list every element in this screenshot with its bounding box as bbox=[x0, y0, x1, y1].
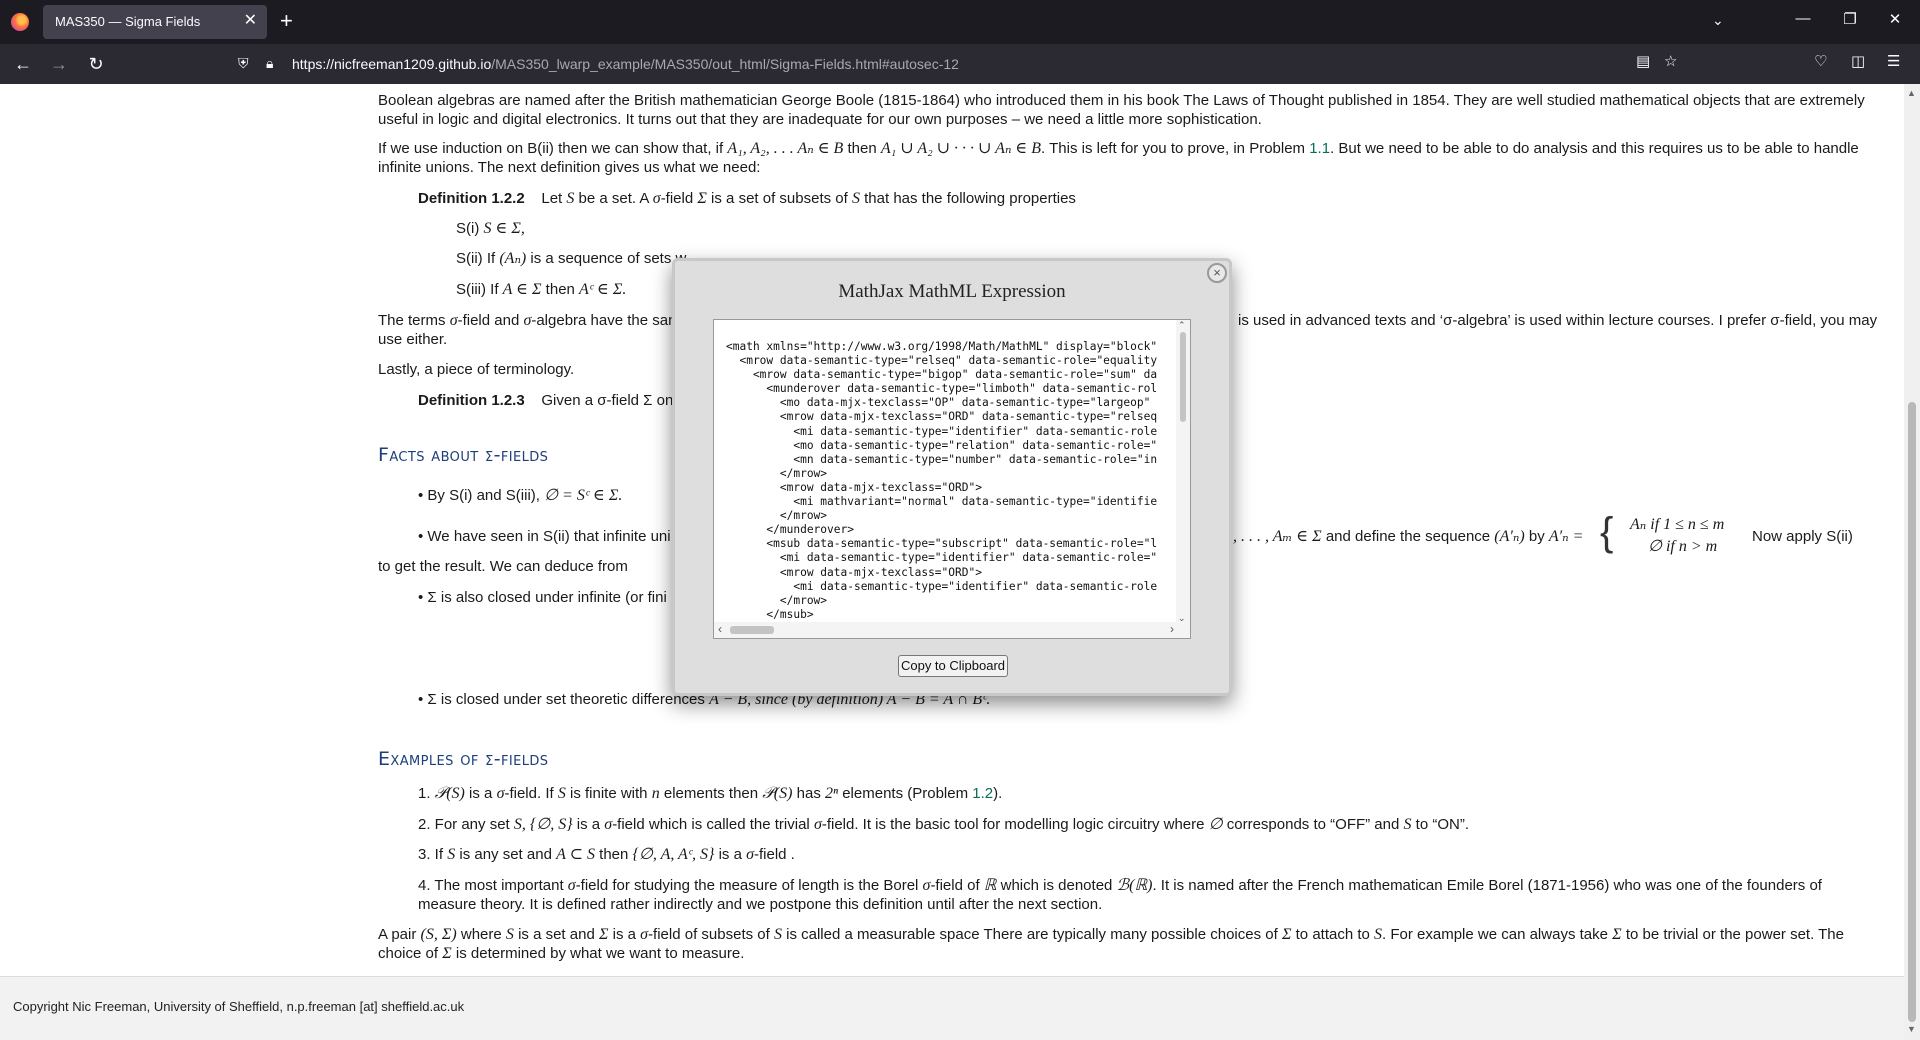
page-scrollbar[interactable]: ▲ ▼ bbox=[1904, 84, 1920, 1040]
mathml-code[interactable]: <math xmlns="http://www.w3.org/1998/Math… bbox=[726, 340, 1157, 622]
mathml-code-box[interactable]: <math xmlns="http://www.w3.org/1998/Math… bbox=[713, 319, 1191, 639]
tab-active[interactable]: MAS350 — Sigma Fields ✕ bbox=[43, 5, 267, 39]
case-2: ∅ if n > m bbox=[1648, 538, 1718, 555]
forward-icon[interactable]: → bbox=[48, 53, 70, 75]
example-2: 2. For any set S, {∅, S} is a σ-field wh… bbox=[418, 816, 1470, 833]
fact-2-tail: Now apply S(ii) bbox=[1752, 528, 1853, 545]
example-4: 4. The most important σ-field for studyi… bbox=[418, 877, 1822, 913]
new-tab-icon[interactable]: + bbox=[280, 9, 293, 33]
scroll-down-icon[interactable]: ▼ bbox=[1907, 1024, 1916, 1034]
tab-bar: MAS350 — Sigma Fields ✕ + ⌄ — ❐ ✕ bbox=[0, 0, 1920, 44]
dialog-close-icon[interactable]: × bbox=[1207, 263, 1227, 283]
lock-icon[interactable]: 🔒︎ bbox=[266, 55, 273, 72]
definition-label: Definition 1.2.2 bbox=[418, 190, 525, 207]
tab-close-icon[interactable]: ✕ bbox=[244, 12, 257, 30]
minimize-icon[interactable]: — bbox=[1793, 10, 1813, 27]
heading-examples: Examples of σ-fields bbox=[378, 748, 549, 770]
back-icon[interactable]: ← bbox=[12, 53, 34, 75]
navigation-bar: ← → ↻ ⛨ 🔒︎ https://nicfreeman1209.github… bbox=[0, 44, 1920, 84]
tab-title: MAS350 — Sigma Fields bbox=[55, 14, 201, 29]
paragraph-induction: If we use induction on B(ii) then we can… bbox=[378, 140, 1859, 176]
terms-paragraph-line2: use either. bbox=[378, 331, 448, 348]
list-all-tabs-icon[interactable]: ⌄ bbox=[1712, 12, 1724, 29]
window-close-icon[interactable]: ✕ bbox=[1885, 10, 1905, 28]
definition-1-2-2: Definition 1.2.2 Let S be a set. A σ-fie… bbox=[418, 190, 1076, 207]
property-s-i: S(i) S ∈ Σ, bbox=[456, 220, 525, 237]
reload-icon[interactable]: ↻ bbox=[85, 53, 107, 75]
cases-brace: { bbox=[1600, 510, 1614, 554]
terms-paragraph-left: The terms σ-field and σ-algebra have the… bbox=[378, 312, 677, 329]
footer: Copyright Nic Freeman, University of She… bbox=[0, 976, 1904, 1040]
heading-facts: Facts about σ-fields bbox=[378, 444, 549, 466]
reader-view-icon[interactable]: ▤ bbox=[1636, 52, 1650, 70]
scroll-up-icon[interactable]: ▲ bbox=[1907, 88, 1916, 98]
code-horizontal-scrollbar[interactable]: ‹ › bbox=[714, 622, 1190, 638]
case-1: Aₙ if 1 ≤ n ≤ m bbox=[1630, 516, 1725, 533]
paragraph-boolean-algebras: Boolean algebras are named after the Bri… bbox=[378, 92, 1865, 128]
scroll-right-icon[interactable]: › bbox=[1170, 622, 1174, 636]
problem-link[interactable]: 1.2 bbox=[972, 785, 993, 802]
fact-3: • Σ is also closed under infinite (or fi… bbox=[418, 589, 667, 606]
code-vscroll-thumb[interactable] bbox=[1180, 332, 1186, 422]
copyright-text: Copyright Nic Freeman, University of She… bbox=[13, 999, 465, 1014]
shield-icon[interactable]: ⛨ bbox=[238, 55, 249, 72]
measurable-space-paragraph: A pair (S, Σ) where S is a set and Σ is … bbox=[378, 926, 1844, 962]
code-hscroll-thumb[interactable] bbox=[730, 626, 774, 634]
fact-2-line2: to get the result. We can deduce from bbox=[378, 558, 628, 575]
problem-link[interactable]: 1.1 bbox=[1309, 140, 1330, 157]
scroll-left-icon[interactable]: ‹ bbox=[718, 622, 722, 636]
example-3: 3. If S is any set and A ⊂ S then {∅, A,… bbox=[418, 846, 795, 863]
copy-to-clipboard-button[interactable]: Copy to Clipboard bbox=[898, 655, 1008, 677]
dialog-title: MathJax MathML Expression bbox=[838, 281, 1066, 302]
scrollbar-thumb[interactable] bbox=[1908, 402, 1916, 1022]
example-1: 1. 𝒫(S) is a σ-field. If S is finite wit… bbox=[418, 785, 1003, 802]
pocket-icon[interactable]: ♡ bbox=[1814, 52, 1827, 70]
menu-icon[interactable]: ☰ bbox=[1887, 52, 1900, 70]
terms-paragraph-right: is used in advanced texts and ‘σ-algebra… bbox=[1238, 312, 1878, 329]
code-vertical-scrollbar[interactable]: ⌃ ⌄ bbox=[1176, 320, 1190, 624]
definition-label: Definition 1.2.3 bbox=[418, 392, 525, 409]
url-text[interactable]: https://nicfreeman1209.github.io/MAS350_… bbox=[292, 56, 959, 72]
firefox-logo-icon bbox=[11, 13, 29, 31]
bookmark-star-icon[interactable]: ☆ bbox=[1664, 52, 1677, 70]
extensions-icon[interactable]: ◫ bbox=[1851, 52, 1865, 70]
restore-icon[interactable]: ❐ bbox=[1840, 10, 1860, 28]
scroll-up-icon[interactable]: ⌃ bbox=[1178, 320, 1186, 331]
mathml-dialog: × MathJax MathML Expression <math xmlns=… bbox=[672, 258, 1232, 696]
url-bar[interactable]: ⛨ 🔒︎ https://nicfreeman1209.github.io/MA… bbox=[232, 48, 1694, 80]
